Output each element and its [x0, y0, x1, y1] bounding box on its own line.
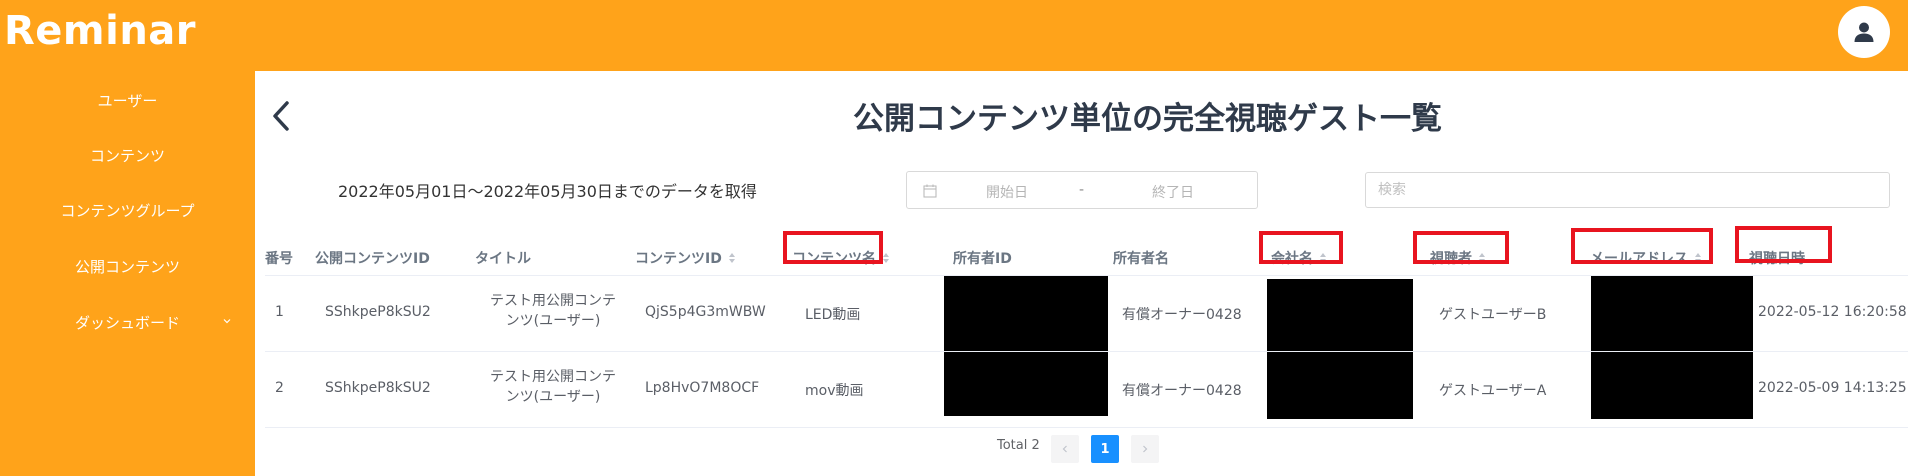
end-date-input[interactable]: 終了日 — [1123, 182, 1223, 202]
sidebar-item-public-contents[interactable]: 公開コンテンツ — [0, 246, 255, 286]
cell-viewed-at: 2022-05-09 14:13:25 — [1758, 380, 1907, 396]
highlight-box — [1735, 226, 1832, 263]
cell-viewer: ゲストユーザーA — [1439, 383, 1547, 399]
column-header-owner-name: 所有者名 — [1113, 251, 1169, 267]
redacted-company — [1267, 352, 1413, 419]
cell-title-line: テスト用公開コンテ — [490, 293, 616, 309]
user-icon — [1854, 22, 1874, 42]
redacted-owner-id — [944, 276, 1108, 351]
redacted-owner-id — [944, 352, 1108, 416]
highlight-box — [1571, 228, 1713, 264]
date-separator: - — [1079, 182, 1085, 198]
cell-content-id: Lp8HvO7M8OCF — [645, 380, 760, 396]
cell-owner-name: 有償オーナー0428 — [1122, 307, 1242, 323]
redacted-email — [1591, 276, 1753, 351]
cell-owner-name: 有償オーナー0428 — [1122, 383, 1242, 399]
next-page-button[interactable] — [1131, 435, 1159, 463]
highlight-box — [783, 231, 883, 264]
sidebar: ユーザー コンテンツ コンテンツグループ 公開コンテンツ ダッシュボード — [0, 71, 255, 476]
chevron-left-icon — [1062, 445, 1067, 453]
redacted-email — [1591, 352, 1753, 419]
cell-public-id: SShkpeP8kSU2 — [325, 380, 431, 396]
page-number-button[interactable]: 1 — [1091, 435, 1119, 463]
sort-icon[interactable] — [728, 252, 736, 264]
chevron-down-icon — [223, 319, 231, 324]
chevron-right-icon — [1143, 445, 1148, 453]
cell-content-name: mov動画 — [805, 383, 864, 399]
date-range-picker[interactable]: 開始日 - 終了日 — [906, 171, 1258, 209]
sidebar-item-label: ユーザー — [97, 91, 158, 110]
cell-public-id: SShkpeP8kSU2 — [325, 304, 431, 320]
cell-no: 1 — [275, 304, 284, 320]
cell-viewer: ゲストユーザーB — [1439, 307, 1547, 323]
column-header-no: 番号 — [265, 251, 293, 267]
column-header-content-id[interactable]: コンテンツID — [635, 243, 736, 273]
cell-no: 2 — [275, 380, 284, 396]
redacted-company — [1267, 279, 1413, 351]
sidebar-item-dashboard[interactable]: ダッシュボード — [0, 302, 255, 342]
sidebar-item-label: 公開コンテンツ — [74, 257, 180, 276]
sidebar-item-label: コンテンツグループ — [60, 201, 195, 220]
column-header-public-id: 公開コンテンツID — [315, 251, 430, 267]
cell-title-line: ンツ(ユーザー) — [505, 389, 601, 405]
pagination-total: Total 2 — [997, 438, 1040, 453]
main-content: 公開コンテンツ単位の完全視聴ゲスト一覧 2022年05月01日～2022年05月… — [255, 71, 1908, 476]
user-avatar-button[interactable] — [1838, 6, 1890, 58]
row-divider — [265, 427, 1908, 428]
column-header-title: タイトル — [475, 251, 531, 267]
cell-title: テスト用公開コンテ ンツ(ユーザー) — [483, 367, 623, 407]
app-header: Reminar — [0, 0, 1908, 71]
cell-content-id: QjS5p4G3mWBW — [645, 304, 766, 320]
cell-viewed-at: 2022-05-12 16:20:58 — [1758, 304, 1907, 320]
date-range-text: 2022年05月01日～2022年05月30日までのデータを取得 — [338, 182, 757, 201]
page-title: 公開コンテンツ単位の完全視聴ゲスト一覧 — [853, 101, 1442, 137]
header-label: コンテンツID — [635, 251, 722, 267]
highlight-box — [1259, 231, 1343, 264]
sort-icon[interactable] — [882, 252, 890, 264]
cell-title-line: ンツ(ユーザー) — [505, 313, 601, 329]
highlight-box — [1413, 231, 1509, 264]
start-date-input[interactable]: 開始日 — [957, 182, 1057, 202]
cell-title-line: テスト用公開コンテ — [490, 369, 616, 385]
cell-content-name: LED動画 — [805, 307, 861, 323]
sidebar-item-label: コンテンツ — [89, 146, 165, 165]
calendar-icon — [923, 184, 937, 198]
column-header-owner-id: 所有者ID — [953, 251, 1012, 267]
sidebar-item-label: ダッシュボード — [74, 313, 180, 332]
sidebar-item-content-groups[interactable]: コンテンツグループ — [0, 190, 255, 230]
sidebar-item-contents[interactable]: コンテンツ — [0, 135, 255, 175]
prev-page-button[interactable] — [1051, 435, 1079, 463]
sidebar-item-users[interactable]: ユーザー — [0, 80, 255, 120]
cell-title: テスト用公開コンテ ンツ(ユーザー) — [483, 291, 623, 331]
search-input[interactable] — [1365, 172, 1890, 208]
app-logo[interactable]: Reminar — [4, 8, 196, 54]
